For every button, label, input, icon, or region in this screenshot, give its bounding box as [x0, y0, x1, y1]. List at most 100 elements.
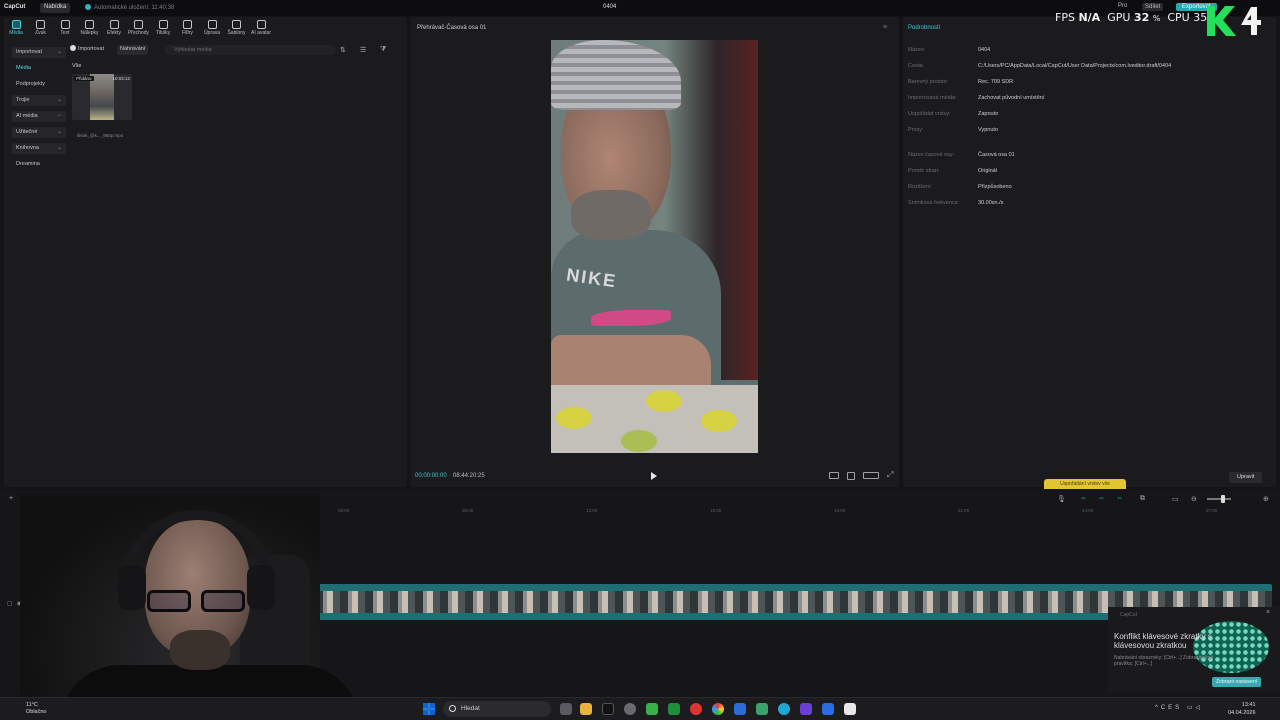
browser-icon[interactable]	[778, 703, 790, 715]
xbox-icon[interactable]	[646, 703, 658, 715]
sidebar-item-label: Dreamina	[16, 161, 40, 167]
sidebar-item-4[interactable]: AI média →	[12, 111, 66, 122]
sheets-icon[interactable]	[756, 703, 768, 715]
sidebar-item-5[interactable]: Užitečné ⌄	[12, 127, 66, 138]
windows-start-icon[interactable]	[423, 703, 435, 715]
media-player-icon[interactable]	[668, 703, 680, 715]
capcut-taskbar-icon[interactable]	[844, 703, 856, 715]
total-time: 08:44:20:25	[453, 473, 485, 479]
chrome-icon[interactable]	[712, 703, 724, 715]
tab-label: Média	[9, 30, 23, 36]
steam-icon[interactable]	[734, 703, 746, 715]
weather-temp: 11°C	[26, 702, 38, 708]
zoom-out-icon[interactable]: ⊖	[1191, 495, 1197, 503]
notification-settings-button[interactable]: Zobrazit nastavení	[1212, 677, 1262, 687]
taskbar-clock[interactable]: 13:41 04.04.2026	[1228, 701, 1256, 717]
tab-transitions[interactable]: Přechody	[127, 20, 151, 36]
media-icon	[11, 20, 21, 29]
sidebar-item-1[interactable]: Média	[12, 63, 66, 74]
tab-stickers[interactable]: Nálepky	[78, 20, 102, 36]
edit-details-button[interactable]: Upravit	[1229, 472, 1263, 483]
ruler-tick: 12:00	[586, 508, 598, 513]
network-icon[interactable]: ▭	[1187, 705, 1196, 711]
player-panel: Přehrávač-Časová osa 01 ≡ NIKE 00:00:00:…	[411, 17, 899, 487]
channel-logo	[1207, 6, 1261, 36]
tab-templates[interactable]: Šablony	[225, 20, 249, 36]
zoom-slider-handle[interactable]	[1221, 495, 1225, 503]
sidebar-item-label: Importovat	[16, 49, 42, 55]
media-search-input[interactable]: Vyhledat média	[164, 45, 336, 55]
language-indicator[interactable]: CES	[1161, 705, 1182, 711]
lemon-4	[621, 430, 657, 452]
webcam-overlay	[0, 495, 360, 720]
tab-audio[interactable]: Zvuk	[29, 20, 53, 36]
task-view-icon[interactable]	[560, 703, 572, 715]
current-time: 00:00:00:00	[415, 473, 447, 479]
sidebar-item-7[interactable]: Dreamina	[12, 159, 66, 170]
detail-value: Přizpůsobeno	[978, 184, 1012, 190]
media-thumbnail[interactable]: Přidáno 10:03:12	[72, 74, 132, 120]
pro-button[interactable]: Pro	[1118, 3, 1127, 9]
notification-title: Konflikt klávesové zkratky s klávesovou …	[1114, 632, 1212, 650]
layers-toast[interactable]: Uspořádání vrstev vše	[1044, 479, 1126, 489]
detail-value: Zachovat původní umístění	[978, 95, 1045, 101]
notification-body: Nahrávání obrazovky: [Ctrl+...] Zobrazit…	[1114, 655, 1214, 667]
import-button[interactable]: Importovat	[70, 45, 104, 55]
zoom-fit-icon[interactable]	[847, 472, 855, 480]
chevron-down-icon: ⌄	[56, 129, 62, 135]
sidebar-item-2[interactable]: Podprojekty	[12, 79, 66, 90]
link-icon[interactable]: ⇔	[1080, 495, 1087, 502]
headset-right-ear	[247, 565, 275, 610]
tab-ai-avatar[interactable]: AI avatar	[249, 20, 273, 36]
close-icon[interactable]: ×	[1266, 609, 1270, 616]
search-icon	[449, 705, 456, 712]
headset-left-ear	[118, 565, 146, 610]
lemon-3	[701, 410, 737, 432]
sidebar-item-6[interactable]: Knihovna ⌄	[12, 143, 66, 154]
ratio-icon[interactable]	[829, 472, 839, 479]
ruler-tick: 09:00	[462, 508, 474, 513]
preview-axis-icon[interactable]: ⧉	[1140, 495, 1145, 503]
tab-effects[interactable]: Efekty	[102, 20, 126, 36]
sidebar-item-0[interactable]: Importovat ⌄	[12, 47, 66, 58]
magnet-icon[interactable]: ⇔	[1098, 495, 1105, 502]
discord-icon[interactable]	[800, 703, 812, 715]
thumbnail-filename: tiktok_@k..._960p.mp4	[77, 133, 124, 138]
sort-icon[interactable]: ⇅	[340, 46, 346, 54]
volume-icon[interactable]: ◁	[1196, 705, 1204, 711]
zoom-slider[interactable]	[1207, 495, 1231, 503]
filter-icon[interactable]: ⧩	[380, 46, 386, 54]
tab-captions[interactable]: Titulky	[151, 20, 175, 36]
tab-adjust[interactable]: Úprava	[200, 20, 224, 36]
sidebar-item-3[interactable]: Trojie ⌄	[12, 95, 66, 106]
snap-icon[interactable]: ⇔	[1116, 495, 1123, 502]
play-button[interactable]	[651, 472, 657, 480]
quality-icon[interactable]	[863, 472, 879, 479]
share-button[interactable]: Sdílet	[1142, 3, 1164, 11]
player-menu-icon[interactable]: ≡	[883, 24, 887, 31]
ruler-tick: 06:00	[338, 508, 350, 513]
stickers-icon	[85, 20, 94, 29]
opera-icon[interactable]	[690, 703, 702, 715]
gpu-label: GPU	[1107, 11, 1131, 24]
settings-icon[interactable]	[624, 703, 636, 715]
tab-media[interactable]: Média	[4, 20, 28, 36]
weather-widget[interactable]: 11°C Oblačno	[26, 702, 47, 716]
main-menu-button[interactable]: Nabídka	[40, 3, 71, 13]
file-explorer-icon[interactable]	[580, 703, 592, 715]
detail-value: Rec. 709 SDR	[978, 79, 1014, 85]
view-icon[interactable]: ☰	[360, 46, 366, 54]
tiktok-icon[interactable]	[602, 703, 614, 715]
record-button[interactable]: Nahrávání	[117, 45, 149, 55]
ruler-tick: 24:00	[1082, 508, 1094, 513]
bluetooth-icon[interactable]	[822, 703, 834, 715]
detail-row: Rozlišení: Přizpůsobeno	[908, 184, 1012, 190]
zoom-in-icon[interactable]: ⊕	[1263, 495, 1269, 503]
taskbar-search[interactable]: Hledat	[443, 701, 551, 717]
tab-text[interactable]: Text	[53, 20, 77, 36]
tab-filters[interactable]: Filtry	[176, 20, 200, 36]
mic-icon[interactable]: 🎙	[1057, 495, 1066, 503]
video-preview[interactable]: NIKE	[551, 40, 758, 453]
fit-icon[interactable]: ▭	[1172, 495, 1179, 503]
fullscreen-icon[interactable]: ⤢	[887, 470, 893, 480]
